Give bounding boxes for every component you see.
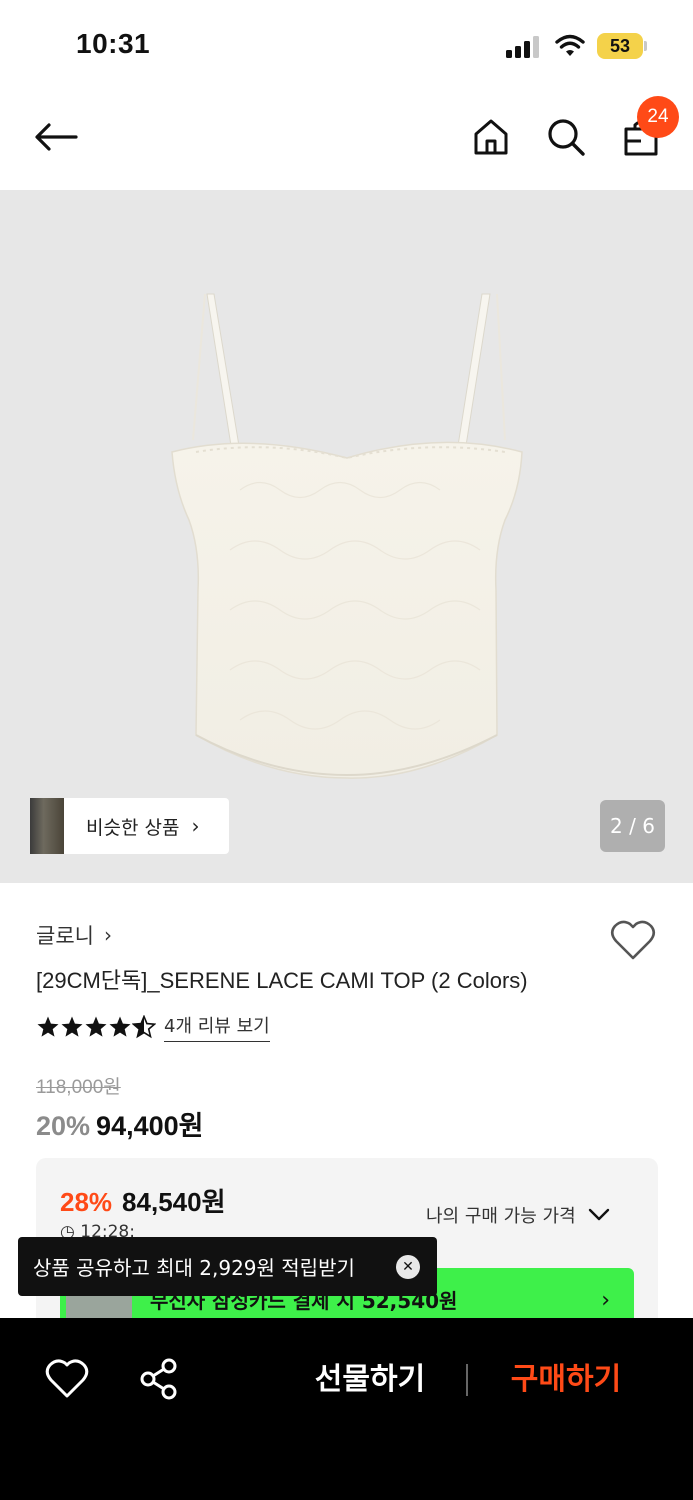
similar-product-thumbnail xyxy=(30,798,64,854)
home-button[interactable] xyxy=(463,109,519,165)
top-navigation xyxy=(0,92,693,190)
back-button[interactable] xyxy=(28,109,84,165)
brand-name: 글로니 xyxy=(36,924,94,948)
original-price: 118,000원 xyxy=(36,1077,121,1098)
my-price-toggle[interactable]: 나의 구매 가능 가격 xyxy=(426,1202,610,1228)
chevron-right-icon: › xyxy=(191,814,200,838)
star-full-icon xyxy=(61,1016,83,1037)
best-price: 84,540원 xyxy=(122,1187,226,1217)
wishlist-heart-icon[interactable] xyxy=(44,1356,90,1402)
review-link[interactable]: 4개 리뷰 보기 xyxy=(164,1012,270,1042)
sale-price: 94,400원 xyxy=(96,1111,204,1141)
star-full-icon xyxy=(37,1016,59,1037)
close-icon[interactable]: ✕ xyxy=(396,1255,420,1279)
star-half-icon xyxy=(132,1015,156,1039)
battery-level: 53 xyxy=(609,36,631,56)
bottom-action-bar: 선물하기 구매하기 xyxy=(0,1318,693,1500)
gift-button[interactable]: 선물하기 xyxy=(290,1356,450,1404)
star-full-icon xyxy=(109,1016,131,1037)
star-full-icon xyxy=(85,1016,107,1037)
share-reward-toast: 상품 공유하고 최대 2,929원 적립받기 ✕ xyxy=(18,1237,437,1296)
cart-count-badge: 24 xyxy=(637,96,679,138)
price-row: 20% 94,400원 xyxy=(36,1104,203,1143)
brand-link[interactable]: 글로니 › xyxy=(36,920,112,950)
product-title: [29CM단독]_SERENE LACE CAMI TOP (2 Colors) xyxy=(36,968,528,993)
chevron-right-icon: › xyxy=(601,1288,610,1313)
image-pager-indicator: 2 / 6 xyxy=(600,800,665,852)
battery-icon: 53 xyxy=(597,33,647,59)
wifi-icon xyxy=(555,34,585,56)
chevron-down-icon xyxy=(588,1208,609,1221)
arrow-left-icon xyxy=(35,123,78,151)
status-bar: 10:31 53 xyxy=(0,0,693,92)
buy-button[interactable]: 구매하기 xyxy=(486,1356,646,1404)
similar-products-button[interactable]: 비슷한 상품 › xyxy=(30,798,229,854)
my-price-label: 나의 구매 가능 가격 xyxy=(426,1206,576,1227)
cellular-signal-icon xyxy=(506,36,539,58)
home-icon xyxy=(474,119,508,155)
product-image-gallery[interactable]: 비슷한 상품 › 2 / 6 xyxy=(0,190,693,883)
search-button[interactable] xyxy=(538,109,594,165)
best-discount-rate: 28% xyxy=(60,1187,113,1217)
star-rating xyxy=(36,1015,156,1039)
similar-products-label: 비슷한 상품 xyxy=(86,816,180,839)
chevron-right-icon: › xyxy=(103,923,112,947)
status-time: 10:31 xyxy=(76,28,151,59)
product-photo xyxy=(171,293,523,779)
share-icon[interactable] xyxy=(136,1356,182,1402)
divider xyxy=(466,1364,468,1396)
discount-rate: 20% xyxy=(36,1111,91,1141)
rating-row: 4개 리뷰 보기 xyxy=(36,1012,270,1042)
wishlist-heart-icon[interactable] xyxy=(610,918,656,962)
best-price-row: 28% 84,540원 xyxy=(60,1182,226,1219)
search-icon xyxy=(548,119,585,156)
toast-message: 상품 공유하고 최대 2,929원 적립받기 xyxy=(33,1256,355,1280)
